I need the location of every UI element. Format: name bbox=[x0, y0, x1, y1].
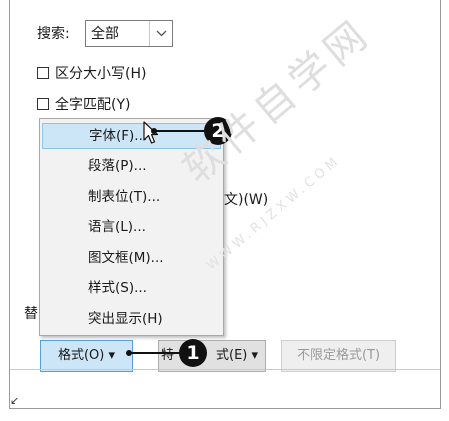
no-formatting-button: 不限定格式(T) bbox=[281, 340, 396, 372]
footer-divider bbox=[10, 369, 440, 370]
whole-word-checkbox[interactable] bbox=[37, 98, 49, 110]
resize-grip-icon[interactable]: ↙ bbox=[10, 395, 19, 407]
match-case-checkbox[interactable] bbox=[37, 67, 49, 79]
chevron-down-icon[interactable] bbox=[149, 21, 172, 46]
callout-2-badge: 2 bbox=[204, 117, 232, 145]
search-direction-value: 全部 bbox=[91, 26, 119, 42]
callout-1-line bbox=[129, 352, 182, 354]
callout-2-line bbox=[154, 130, 206, 132]
special-button-fragment: 特 bbox=[161, 348, 175, 363]
menu-item-tabs[interactable]: 制表位(T)... bbox=[42, 184, 221, 210]
menu-item-highlight[interactable]: 突出显示(H) bbox=[42, 306, 221, 332]
menu-item-frame[interactable]: 图文框(M)... bbox=[42, 245, 221, 271]
whole-word-option[interactable]: 全字匹配(Y) bbox=[37, 94, 130, 114]
wildcard-option-partial-label: 文)(W) bbox=[224, 192, 269, 208]
menu-item-style[interactable]: 样式(S)... bbox=[42, 275, 221, 301]
whole-word-label: 全字匹配(Y) bbox=[55, 97, 131, 113]
special-button-tail: 式(E) ▾ bbox=[216, 348, 259, 363]
menu-item-font[interactable]: 字体(F)... bbox=[42, 123, 221, 149]
menu-item-language[interactable]: 语言(L)... bbox=[42, 214, 221, 240]
special-button[interactable]: 特 式(E) ▾ bbox=[158, 340, 266, 372]
match-case-option[interactable]: 区分大小写(H) bbox=[37, 63, 146, 83]
callout-1-badge: 1 bbox=[179, 339, 207, 367]
format-dropdown-menu: 字体(F)... 段落(P)... 制表位(T)... 语言(L)... 图文框… bbox=[39, 118, 224, 336]
search-direction-select[interactable]: 全部 bbox=[85, 20, 173, 47]
format-button[interactable]: 格式(O) ▾ bbox=[40, 340, 133, 372]
menu-item-paragraph[interactable]: 段落(P)... bbox=[42, 153, 221, 179]
match-case-label: 区分大小写(H) bbox=[55, 66, 147, 82]
search-label: 搜索: bbox=[37, 26, 70, 42]
replace-section-partial-label: 替 bbox=[24, 306, 38, 322]
